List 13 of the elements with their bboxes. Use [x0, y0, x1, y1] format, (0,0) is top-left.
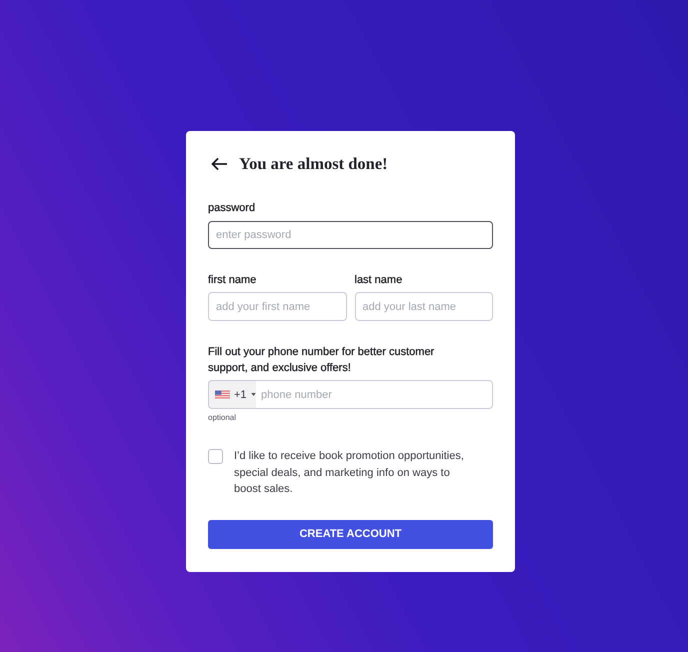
create-account-button[interactable]: CREATE ACCOUNT — [208, 520, 493, 548]
field-label: first name — [208, 273, 256, 287]
consent-checkbox[interactable] — [208, 449, 223, 464]
back-arrow-icon[interactable] — [211, 158, 227, 170]
password-input[interactable]: enter password — [208, 221, 493, 249]
field-label: password — [208, 201, 256, 215]
field-label: last name — [354, 273, 402, 287]
form-title: You are almost done! — [239, 153, 388, 175]
name-input[interactable]: add your last name — [354, 292, 493, 321]
phone-prompt: Fill out your phone number for better customer support, and exclusive offers! — [208, 345, 436, 376]
optional-hint: optional — [208, 413, 236, 423]
name-input[interactable]: add your first name — [208, 292, 346, 321]
consent-text: I’d like to receive book promotion opportunities, special deals, and marketing info on ways to boost sales. — [234, 449, 465, 497]
